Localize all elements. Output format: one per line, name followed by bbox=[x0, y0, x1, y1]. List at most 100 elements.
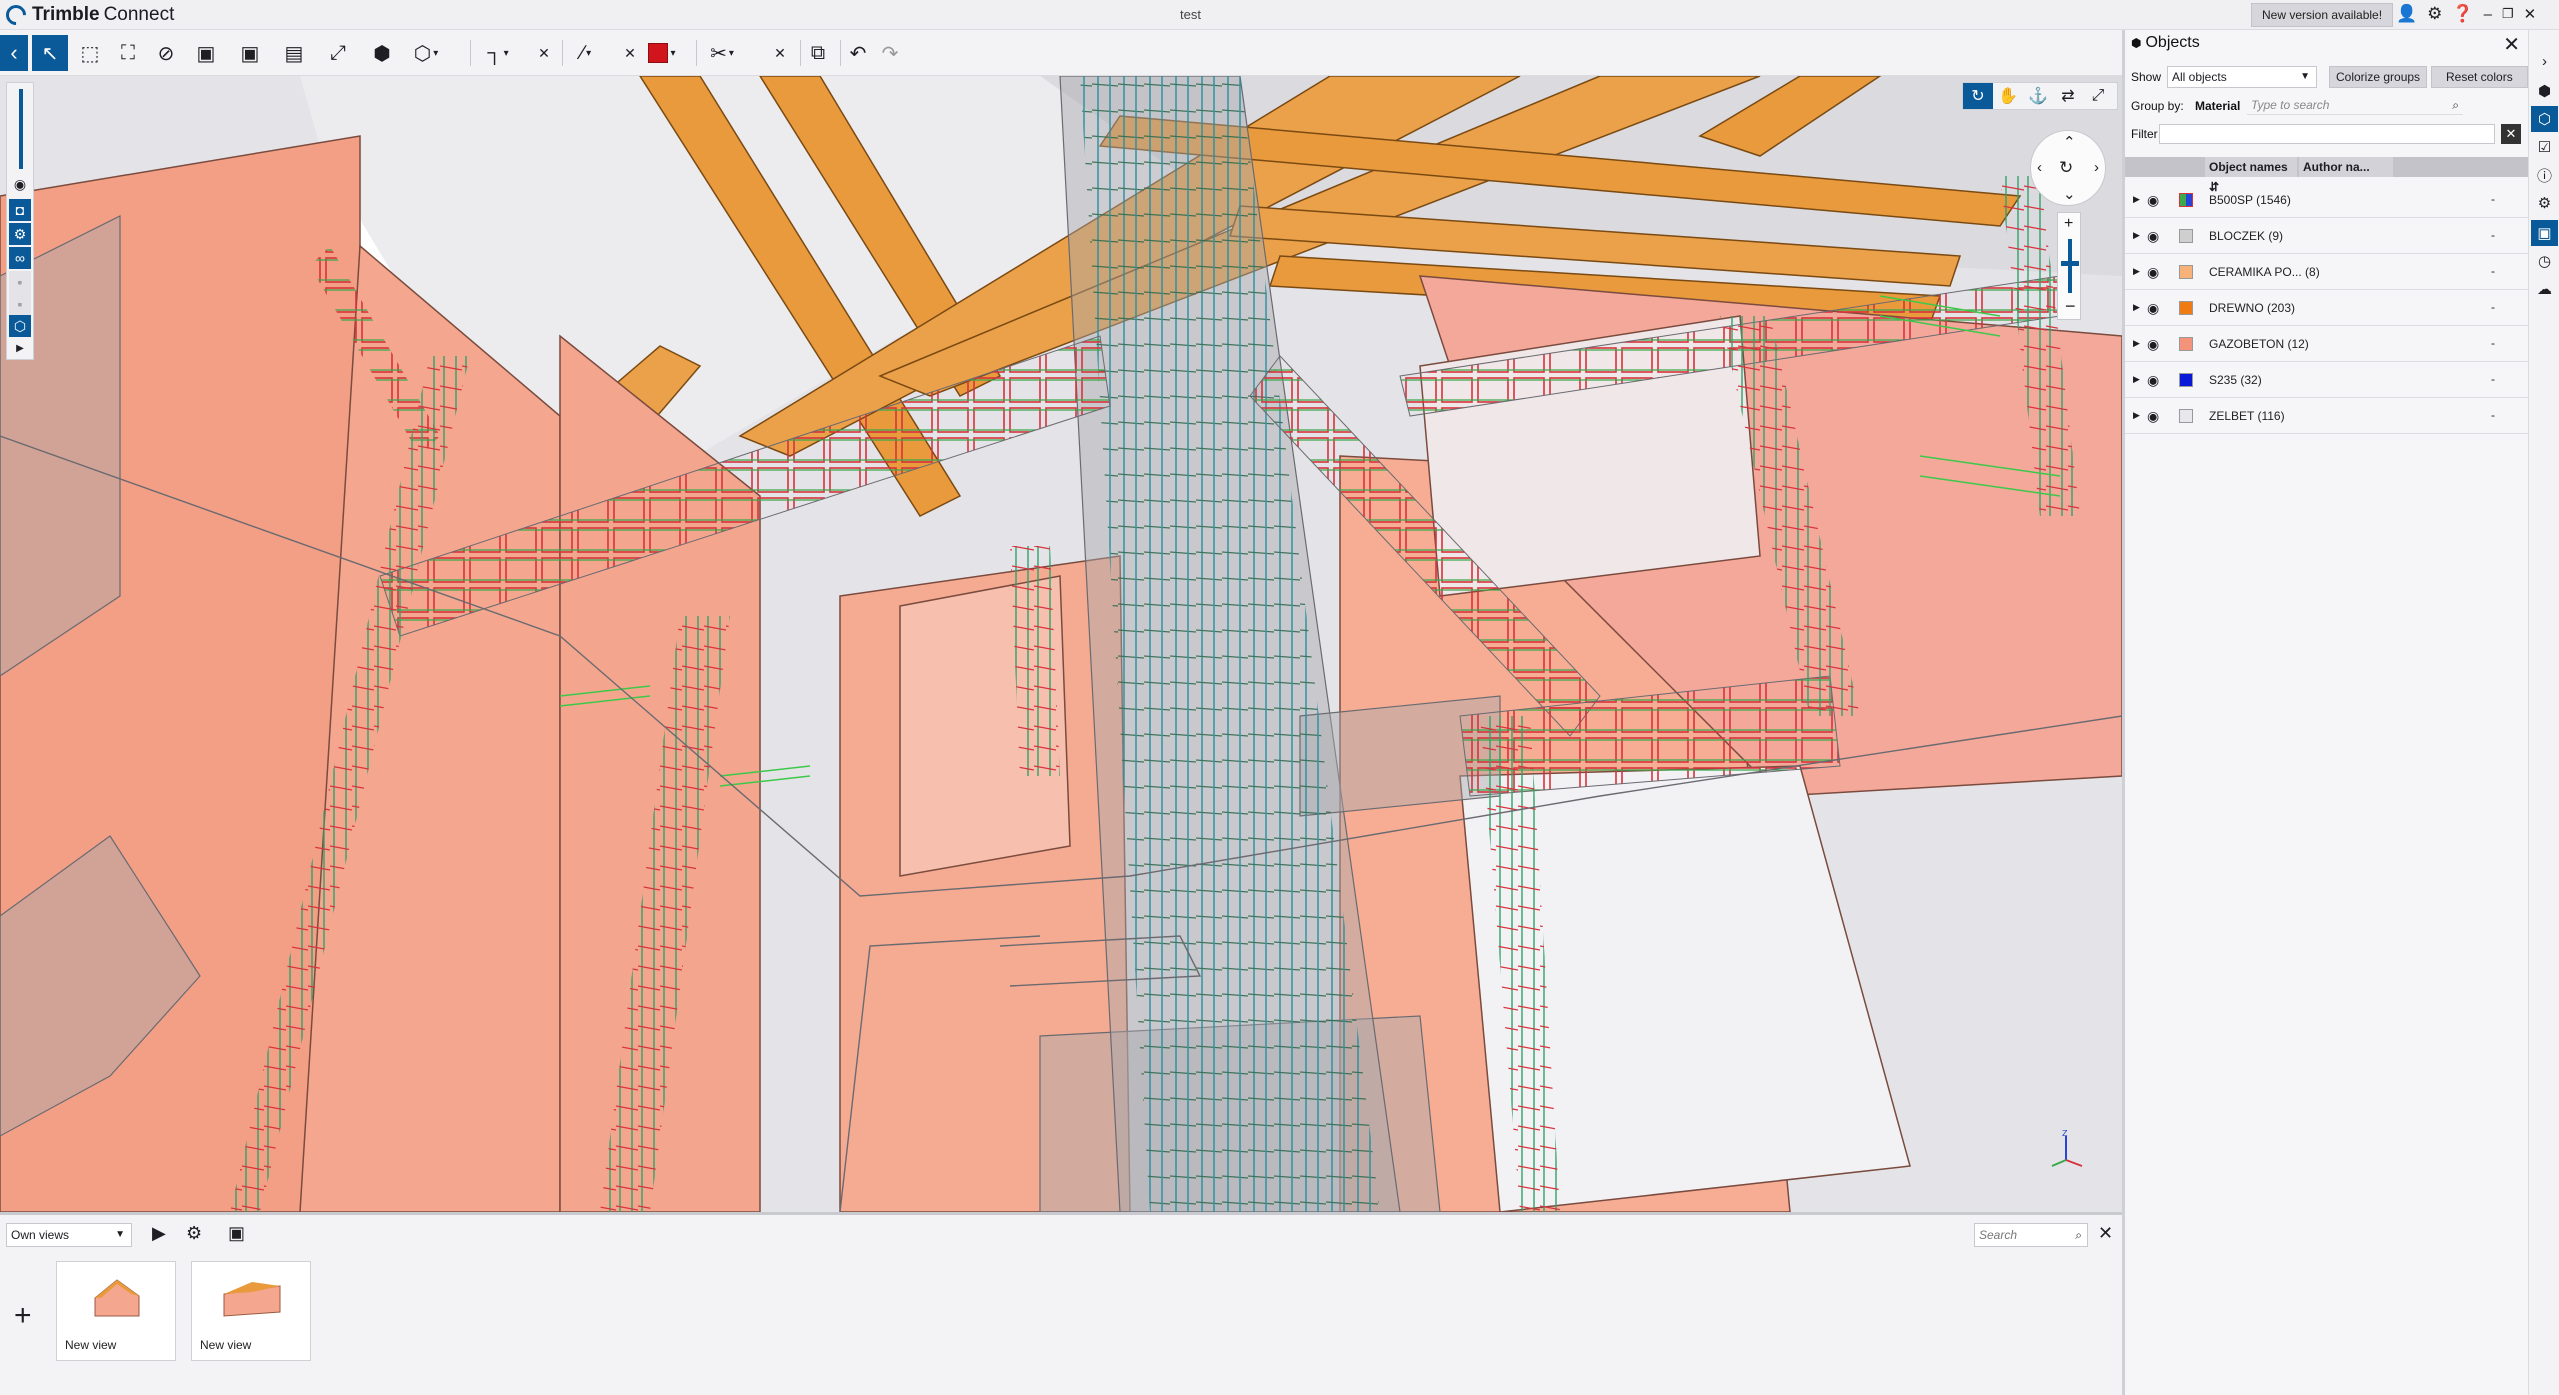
color-swatch[interactable] bbox=[2179, 229, 2193, 243]
models-icon[interactable]: ⬢ bbox=[2531, 78, 2558, 104]
color-swatch[interactable] bbox=[2179, 337, 2193, 351]
clear-measure-icon[interactable]: ✕ bbox=[526, 35, 562, 71]
minimize-icon[interactable]: – bbox=[2484, 6, 2492, 23]
clear-filter-icon[interactable]: ✕ bbox=[2501, 124, 2521, 144]
fullscreen-icon[interactable]: ⤢ bbox=[320, 35, 356, 71]
object-icon[interactable]: ⬢ bbox=[364, 35, 400, 71]
eye-icon[interactable]: ◉ bbox=[2147, 336, 2159, 353]
expand-triangle-icon[interactable]: ▶ bbox=[2133, 194, 2140, 205]
pan-hand-icon[interactable]: ✋ bbox=[1993, 83, 2023, 109]
clear-markup-icon[interactable]: ✕ bbox=[612, 35, 648, 71]
section-box-icon[interactable]: ▣ bbox=[232, 35, 268, 71]
table-row[interactable]: ▶ ◉ ZELBET (116) - bbox=[2125, 398, 2528, 434]
expand-triangle-icon[interactable]: ▶ bbox=[2133, 338, 2140, 349]
link-icon[interactable]: ∞ bbox=[9, 247, 31, 269]
orbit-navigator[interactable]: ⌃ ⌄ ‹ › ↻ bbox=[2030, 130, 2106, 206]
gear-icon[interactable]: ⚙ bbox=[186, 1223, 202, 1244]
orbit-center-icon[interactable]: ↻ bbox=[2059, 158, 2073, 178]
settings-icon[interactable]: ⚙ bbox=[2531, 190, 2558, 216]
play-icon[interactable]: ▶︎ bbox=[152, 1223, 166, 1244]
eye-icon[interactable]: ◉ bbox=[2147, 228, 2159, 245]
close-icon[interactable]: ✕ bbox=[2098, 1223, 2113, 1244]
help-icon[interactable]: ❓ bbox=[2452, 4, 2473, 24]
show-dropdown[interactable]: All objects ▼ bbox=[2167, 66, 2317, 88]
view-thumbnail[interactable]: New view bbox=[56, 1261, 176, 1361]
fit-icon[interactable]: ⛶ bbox=[110, 35, 146, 71]
color-swatch[interactable] bbox=[2179, 193, 2193, 207]
reset-colors-button[interactable]: Reset colors bbox=[2431, 66, 2528, 88]
box-select-icon[interactable]: ⬚ bbox=[72, 35, 108, 71]
restore-icon[interactable]: ❐ bbox=[2502, 6, 2514, 22]
expand-icon[interactable]: ⤢ bbox=[2083, 83, 2113, 109]
color-swatch[interactable] bbox=[2179, 301, 2193, 315]
eye-icon[interactable]: ◉ bbox=[9, 173, 31, 195]
tool-icon[interactable]: ▪ bbox=[9, 271, 31, 293]
section-plane-icon[interactable]: ▤ bbox=[276, 35, 312, 71]
new-version-button[interactable]: New version available! bbox=[2251, 3, 2394, 27]
expand-triangle-icon[interactable]: ▶ bbox=[2133, 410, 2140, 421]
back-icon[interactable]: ‹ bbox=[0, 35, 28, 71]
groupby-value[interactable]: Material bbox=[2195, 99, 2240, 113]
table-row[interactable]: ▶ ◉ CERAMIKA PO... (8) - bbox=[2125, 254, 2528, 290]
undo-icon[interactable]: ↶ bbox=[840, 35, 876, 71]
eye-icon[interactable]: ◉ bbox=[2147, 264, 2159, 281]
history-icon[interactable]: ◷ bbox=[2531, 248, 2558, 274]
markup-line-icon[interactable]: ∕ ▾ bbox=[568, 35, 604, 71]
close-icon[interactable]: ✕ bbox=[2503, 32, 2520, 57]
cloud-icon[interactable]: ☁ bbox=[2531, 276, 2558, 302]
chevron-up-icon[interactable]: ⌃ bbox=[2063, 133, 2076, 151]
chevron-down-icon[interactable]: ⌄ bbox=[2063, 185, 2076, 203]
view-thumbnail[interactable]: New view bbox=[191, 1261, 311, 1361]
todo-icon[interactable]: ☑ bbox=[2531, 134, 2558, 160]
expand-triangle-icon[interactable]: ▶ bbox=[2133, 266, 2140, 277]
eye-icon[interactable]: ◉ bbox=[2147, 192, 2159, 209]
table-row[interactable]: ▶ ◉ B500SP (1546) - bbox=[2125, 182, 2528, 218]
camera-icon[interactable]: ▣ bbox=[228, 1223, 245, 1244]
filter-input[interactable] bbox=[2159, 124, 2495, 144]
3d-viewport[interactable]: ◉ ◘ ⚙ ∞ ▪ ▪ ⬡ ▶ ↻ ✋ ⚓ ⇄ ⤢ ⌃ ⌄ ‹ › ↻ + − … bbox=[0, 76, 2122, 1212]
color-swatch[interactable] bbox=[2179, 409, 2193, 423]
zoom-slider-thumb[interactable] bbox=[2061, 261, 2079, 266]
measure-icon[interactable]: ┐ ▾ bbox=[480, 35, 516, 71]
select-icon[interactable]: ↖ bbox=[32, 35, 68, 71]
add-view-icon[interactable]: + bbox=[14, 1299, 32, 1333]
objects-tab-icon[interactable]: ⬡ bbox=[2531, 106, 2558, 132]
markup-color-picker[interactable]: ▾ bbox=[644, 35, 680, 71]
layers-icon[interactable]: ⬡ bbox=[9, 315, 31, 337]
chevron-right-icon[interactable]: › bbox=[2094, 159, 2099, 176]
table-row[interactable]: ▶ ◉ S235 (32) - bbox=[2125, 362, 2528, 398]
views-tab-icon[interactable]: ▣ bbox=[2531, 220, 2558, 246]
shield-icon[interactable]: ◘ bbox=[9, 199, 31, 221]
groupby-search-input[interactable]: Type to search ⌕ bbox=[2247, 95, 2463, 115]
visibility-filter-icon[interactable]: ⧉ bbox=[800, 35, 836, 71]
table-row[interactable]: ▶ ◉ BLOCZEK (9) - bbox=[2125, 218, 2528, 254]
chevron-right-icon[interactable]: › bbox=[2531, 48, 2558, 74]
column-object-names[interactable]: Object names ⇵ bbox=[2205, 157, 2297, 194]
table-row[interactable]: ▶ ◉ GAZOBETON (12) - bbox=[2125, 326, 2528, 362]
settings-gear-icon[interactable]: ⚙ bbox=[2427, 4, 2442, 24]
views-search-input[interactable]: Search ⌕ bbox=[1974, 1223, 2088, 1247]
color-swatch[interactable] bbox=[2179, 265, 2193, 279]
view-depth-slider[interactable] bbox=[19, 89, 23, 169]
swap-icon[interactable]: ⇄ bbox=[2053, 83, 2083, 109]
tool-icon[interactable]: ▪ bbox=[9, 293, 31, 315]
properties-icon[interactable]: ⓘ bbox=[2531, 162, 2558, 188]
zoom-in-icon[interactable]: + bbox=[2064, 215, 2073, 233]
eye-icon[interactable]: ◉ bbox=[2147, 300, 2159, 317]
orbit-mode-icon[interactable]: ↻ bbox=[1963, 83, 1993, 109]
expand-triangle-icon[interactable]: ▶ bbox=[2133, 302, 2140, 313]
hide-icon[interactable]: ⊘ bbox=[148, 35, 184, 71]
table-row[interactable]: ▶ ◉ DREWNO (203) - bbox=[2125, 290, 2528, 326]
isolate-icon[interactable]: ▣ bbox=[188, 35, 224, 71]
user-icon[interactable]: 👤 bbox=[2396, 4, 2417, 24]
expand-triangle-icon[interactable]: ▶ bbox=[2133, 374, 2140, 385]
redo-icon[interactable]: ↷ bbox=[872, 35, 908, 71]
cube-view-icon[interactable]: ⬡ ▾ bbox=[408, 35, 444, 71]
window-close-icon[interactable]: ✕ bbox=[2524, 5, 2537, 23]
chevron-left-icon[interactable]: ‹ bbox=[2037, 159, 2042, 176]
eye-icon[interactable]: ◉ bbox=[2147, 372, 2159, 389]
walk-icon[interactable]: ⚓ bbox=[2023, 83, 2053, 109]
gear-icon[interactable]: ⚙ bbox=[9, 223, 31, 245]
eye-icon[interactable]: ◉ bbox=[2147, 408, 2159, 425]
play-icon[interactable]: ▶ bbox=[9, 337, 31, 359]
